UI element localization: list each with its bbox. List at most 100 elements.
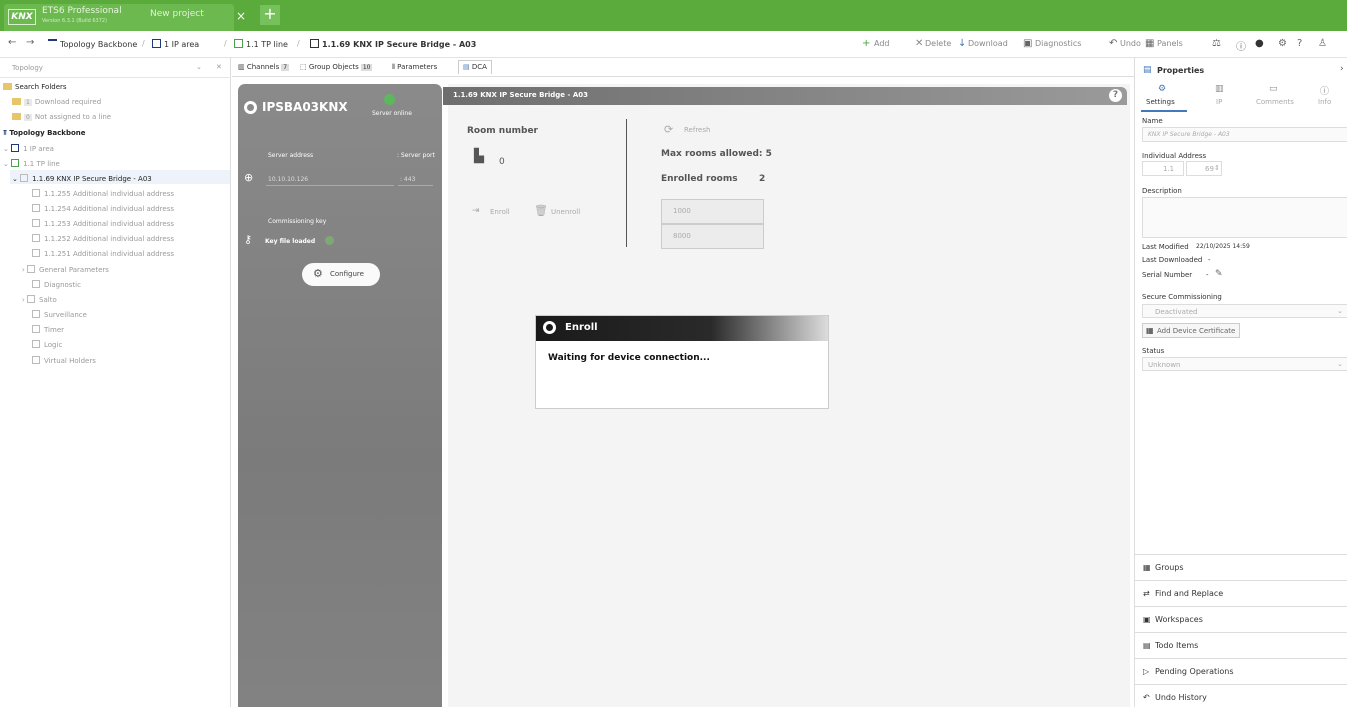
key-status: Key file loaded [265, 238, 316, 245]
add-certificate-button[interactable]: ▦ Add Device Certificate [1142, 323, 1240, 338]
channel-icon [32, 280, 40, 288]
secure-commissioning-value: Deactivated [1155, 308, 1198, 316]
tab-group-objects[interactable]: ⬚ Group Objects 10 [300, 63, 373, 71]
settings-icon[interactable]: ⚙ [1278, 38, 1287, 49]
breadcrumb-tp-line[interactable]: 1.1 TP line [234, 39, 288, 49]
tab-comments[interactable]: ▭ Comments [1253, 82, 1297, 112]
help-icon[interactable]: ? [1297, 38, 1302, 49]
device-logo-icon [244, 101, 257, 114]
tab-info[interactable]: ⓘ Info [1315, 82, 1345, 112]
count-badge: 7 [281, 64, 290, 71]
tree-child-item[interactable]: 1.1.254 Additional individual address [32, 204, 174, 213]
count-badge: 0 [24, 114, 32, 121]
tree-child-item[interactable]: Surveillance [32, 310, 87, 319]
last-downloaded-label: Last Downloaded [1142, 256, 1203, 264]
tab-label: IP [1216, 98, 1223, 106]
room-list-item[interactable]: 1000 [661, 199, 764, 224]
delete-button[interactable]: Delete [925, 39, 951, 48]
tree-not-assigned[interactable]: 0 Not assigned to a line [12, 113, 111, 121]
comment-icon: ▭ [1269, 84, 1278, 94]
description-field[interactable] [1142, 197, 1347, 238]
add-button[interactable]: Add [874, 39, 890, 48]
tree-child-item[interactable]: Timer [32, 325, 64, 334]
tree-child-item[interactable]: 1.1.252 Additional individual address [32, 234, 174, 243]
dock-pending-operations[interactable]: ▷ Pending Operations [1135, 658, 1347, 684]
delete-icon: ✕ [915, 38, 924, 49]
chevron-down-icon[interactable]: ⌄ [196, 63, 202, 71]
server-port-value[interactable]: : 443 [400, 176, 415, 183]
undo-button[interactable]: Undo [1120, 39, 1141, 48]
tab-channels[interactable]: ▥ Channels 7 [238, 63, 290, 71]
chevron-down-icon: ⌄ [1337, 360, 1343, 368]
tree-child-item[interactable]: › General Parameters [22, 265, 109, 274]
tree-child-item[interactable]: › Salto [22, 295, 57, 304]
tools-icon[interactable]: ⚖ [1212, 38, 1221, 49]
tree-child-item[interactable]: Virtual Holders [32, 356, 96, 365]
breadcrumb-device[interactable]: 1.1.69 KNX IP Secure Bridge - A03 [310, 39, 476, 49]
tree-child-item[interactable]: 1.1.251 Additional individual address [32, 249, 174, 258]
configure-button[interactable]: ⚙ Configure [302, 263, 380, 286]
last-modified-label: Last Modified [1142, 243, 1189, 251]
diagnostics-button[interactable]: Diagnostics [1035, 39, 1081, 48]
ia-device-field[interactable]: 69 ⇕ [1186, 161, 1222, 176]
breadcrumb-ip-area[interactable]: 1 IP area [152, 39, 199, 49]
chevron-down-icon: ⌄ [12, 175, 18, 183]
secure-commissioning-select[interactable]: Deactivated ⌄ [1142, 304, 1347, 318]
enrolled-rooms-label: Enrolled rooms [661, 174, 738, 184]
user-icon[interactable]: ♙ [1318, 38, 1327, 49]
pencil-icon[interactable]: ✎ [1215, 269, 1223, 279]
info-icon[interactable]: ⓘ [1236, 38, 1246, 53]
room-number-label: Room number [467, 126, 538, 136]
tree-device[interactable]: ⌄ 1.1.69 KNX IP Secure Bridge - A03 [12, 174, 152, 183]
stepper-icon[interactable]: ⇕ [1214, 164, 1220, 172]
breadcrumb-topology-backbone[interactable]: Topology Backbone [48, 39, 137, 49]
tree-child-item[interactable]: 1.1.255 Additional individual address [32, 189, 174, 198]
back-icon[interactable]: ← [8, 37, 16, 48]
title-bar: KNX ETS6 Professional Version 6.3.1 (Bui… [0, 0, 1347, 31]
tree-child-item[interactable]: 1.1.253 Additional individual address [32, 219, 174, 228]
chevron-down-icon: ⌄ [3, 160, 9, 168]
enroll-dialog: Enroll Waiting for device connection... [535, 315, 829, 409]
tab-ip[interactable]: ▥ IP [1205, 82, 1235, 112]
close-panel-icon[interactable]: ✕ [216, 63, 222, 71]
folder-icon [12, 98, 21, 105]
new-tab-button[interactable]: + [260, 5, 280, 25]
dock-workspaces[interactable]: ▣ Workspaces [1135, 606, 1347, 632]
server-address-value[interactable]: 10.10.10.126 [268, 176, 308, 183]
download-button[interactable]: Download [968, 39, 1008, 48]
channel-icon [27, 295, 36, 303]
tab-settings[interactable]: ⚙ Settings [1141, 82, 1187, 112]
help-button[interactable]: ? [1109, 89, 1122, 102]
room-number-value: 0 [499, 157, 505, 167]
address-icon [32, 219, 40, 227]
dock-todo-items[interactable]: ▤ Todo Items [1135, 632, 1347, 658]
forward-icon[interactable]: → [26, 37, 34, 48]
close-tab-icon[interactable]: × [236, 9, 246, 23]
collapse-icon[interactable]: › [1340, 64, 1344, 74]
project-tab-label[interactable]: New project [150, 9, 204, 19]
tree-search-folders[interactable]: Search Folders [3, 83, 67, 91]
last-modified-value: 22/10/2025 14:59 [1196, 243, 1250, 250]
enroll-button[interactable]: Enroll [490, 208, 510, 216]
panels-button[interactable]: Panels [1157, 39, 1183, 48]
dock-find-replace[interactable]: ⇄ Find and Replace [1135, 580, 1347, 606]
channels-icon: ▥ [238, 63, 247, 71]
tree-topology-backbone[interactable]: ⫪ Topology Backbone [3, 129, 86, 138]
status-select[interactable]: Unknown ⌄ [1142, 357, 1347, 371]
room-list-item[interactable]: 8000 [661, 224, 764, 249]
refresh-button[interactable]: Refresh [684, 126, 710, 134]
dock-groups[interactable]: ▦ Groups [1135, 554, 1347, 580]
tab-dca[interactable]: ▤ DCA [458, 60, 492, 74]
tree-download-required[interactable]: 1 Download required [12, 98, 101, 106]
serial-number-value: - [1206, 271, 1209, 279]
tree-child-item[interactable]: Logic [32, 340, 62, 349]
ia-line-field[interactable]: 1.1 [1142, 161, 1184, 176]
tree-tp-line[interactable]: ⌄ 1.1 TP line [3, 159, 60, 168]
tree-ip-area[interactable]: ⌄ 1 IP area [3, 144, 54, 153]
dock-undo-history[interactable]: ↶ Undo History [1135, 684, 1347, 707]
tab-parameters[interactable]: ⫴ Parameters [392, 63, 437, 72]
name-field[interactable]: KNX IP Secure Bridge - A03 [1142, 127, 1347, 142]
unenroll-button[interactable]: Unenroll [551, 208, 580, 216]
stop-icon[interactable]: ● [1255, 38, 1264, 49]
tree-child-item[interactable]: Diagnostic [32, 280, 81, 289]
